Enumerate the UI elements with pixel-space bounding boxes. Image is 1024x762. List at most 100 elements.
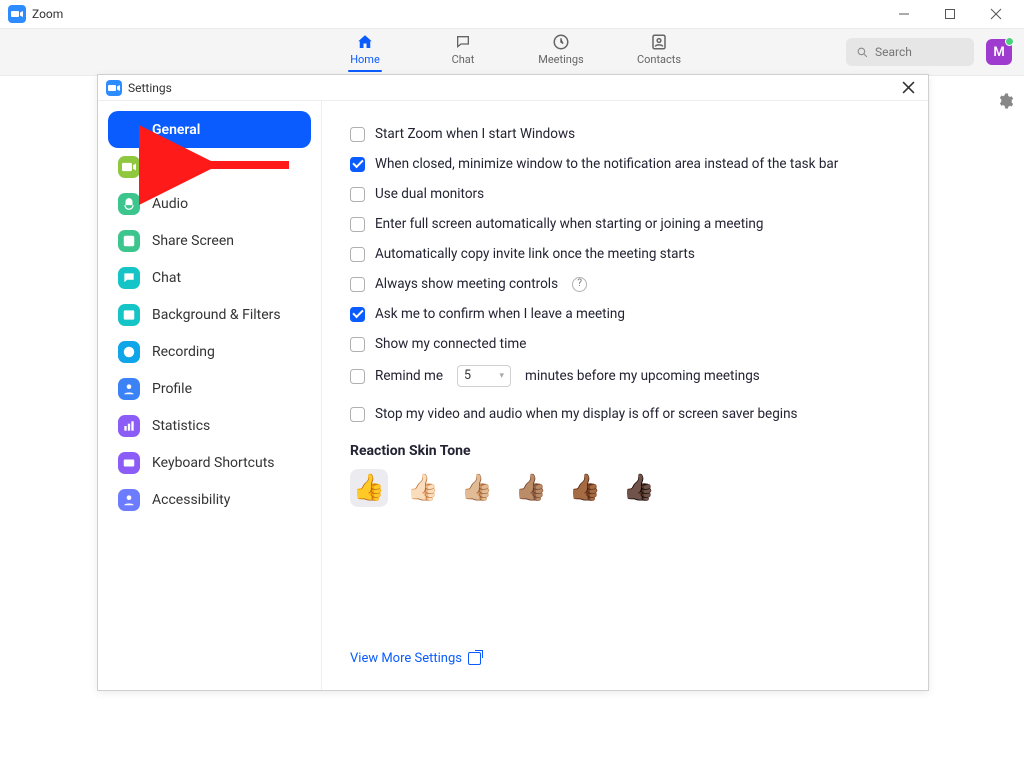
chat-icon: [118, 267, 140, 289]
video-icon: [118, 156, 140, 178]
presence-dot-icon: [1005, 37, 1014, 46]
profile-avatar[interactable]: M: [986, 39, 1012, 65]
chat-icon: [453, 33, 473, 51]
search-input[interactable]: [875, 45, 955, 59]
reaction-skin-tone-option[interactable]: 👍🏼: [458, 469, 496, 507]
main-toolbar: Home Chat Meetings Contacts M: [0, 28, 1024, 76]
sidebar-item-general[interactable]: General: [108, 111, 311, 148]
remind-suffix: minutes before my upcoming meetings: [525, 367, 760, 385]
sidebar-item-share-screen[interactable]: Share Screen: [108, 222, 311, 259]
view-more-settings-link[interactable]: View More Settings: [350, 651, 481, 666]
sidebar-item-profile[interactable]: Profile: [108, 370, 311, 407]
nav-chat[interactable]: Chat: [433, 33, 493, 72]
reaction-skin-tone-option[interactable]: 👍: [350, 469, 388, 507]
search-icon: [856, 46, 869, 59]
option-checkbox[interactable]: [350, 337, 365, 352]
option-label: Use dual monitors: [375, 185, 484, 203]
reaction-skin-tone-option[interactable]: 👍🏿: [620, 469, 658, 507]
headphones-icon: [118, 193, 140, 215]
reaction-skin-tone-picker: 👍 👍🏻 👍🏼 👍🏽 👍🏾 👍🏿: [350, 469, 900, 507]
sidebar-item-label: Accessibility: [152, 492, 230, 508]
nav-contacts[interactable]: Contacts: [629, 33, 689, 72]
option-row: Always show meeting controls?: [350, 275, 900, 293]
sidebar-item-label: Keyboard Shortcuts: [152, 455, 275, 471]
option-row: Enter full screen automatically when sta…: [350, 215, 900, 233]
option-label: Enter full screen automatically when sta…: [375, 215, 763, 233]
option-checkbox[interactable]: [350, 157, 365, 172]
sidebar-item-label: Audio: [152, 196, 188, 212]
os-titlebar: Zoom: [0, 0, 1024, 28]
option-row: Use dual monitors: [350, 185, 900, 203]
settings-dialog: Settings General Video Audio Share Screen Ch…: [97, 74, 929, 691]
remind-minutes-input[interactable]: 5 ▾: [457, 365, 511, 387]
background-icon: [118, 304, 140, 326]
profile-icon: [118, 378, 140, 400]
chevron-down-icon: ▾: [499, 367, 504, 385]
settings-logo-icon: [106, 80, 122, 96]
sidebar-item-label: Video: [152, 159, 188, 175]
option-checkbox[interactable]: [350, 217, 365, 232]
sidebar-item-keyboard-shortcuts[interactable]: Keyboard Shortcuts: [108, 444, 311, 481]
sidebar-item-video[interactable]: Video: [108, 148, 311, 185]
sidebar-item-label: Background & Filters: [152, 307, 281, 323]
sidebar-item-label: Share Screen: [152, 233, 234, 249]
option-row: When closed, minimize window to the noti…: [350, 155, 900, 173]
sidebar-item-label: Recording: [152, 344, 215, 360]
sidebar-item-label: Chat: [152, 270, 181, 286]
keyboard-icon: [118, 452, 140, 474]
sidebar-item-label: Profile: [152, 381, 192, 397]
avatar-initial: M: [993, 45, 1004, 60]
clock-icon: [551, 33, 571, 51]
option-row: Show my connected time: [350, 335, 900, 353]
app-title: Zoom: [32, 7, 63, 21]
sidebar-item-audio[interactable]: Audio: [108, 185, 311, 222]
accessibility-icon: [118, 489, 140, 511]
nav-label: Contacts: [637, 53, 681, 66]
gear-icon: [118, 119, 140, 141]
nav-tabs: Home Chat Meetings Contacts: [335, 33, 689, 72]
sidebar-item-chat[interactable]: Chat: [108, 259, 311, 296]
reaction-skin-tone-option[interactable]: 👍🏾: [566, 469, 604, 507]
remind-row: Remind me 5 ▾ minutes before my upcoming…: [350, 365, 900, 387]
sidebar-item-recording[interactable]: Recording: [108, 333, 311, 370]
window-minimize-button[interactable]: [884, 0, 924, 28]
option-checkbox[interactable]: [350, 127, 365, 142]
sidebar-item-background-filters[interactable]: Background & Filters: [108, 296, 311, 333]
reaction-section-title: Reaction Skin Tone: [350, 443, 900, 459]
sidebar-item-label: General: [152, 122, 200, 138]
option-checkbox[interactable]: [350, 187, 365, 202]
window-maximize-button[interactable]: [930, 0, 970, 28]
option-checkbox[interactable]: [350, 277, 365, 292]
record-icon: [118, 341, 140, 363]
reaction-skin-tone-option[interactable]: 👍🏻: [404, 469, 442, 507]
option-label: Show my connected time: [375, 335, 526, 353]
option-row: Automatically copy invite link once the …: [350, 245, 900, 263]
remind-prefix: Remind me: [375, 367, 443, 385]
sidebar-item-accessibility[interactable]: Accessibility: [108, 481, 311, 518]
option-checkbox[interactable]: [350, 247, 365, 262]
option-label: When closed, minimize window to the noti…: [375, 155, 838, 173]
settings-close-button[interactable]: [896, 76, 920, 100]
settings-sidebar: General Video Audio Share Screen Chat Backgro…: [98, 101, 322, 690]
stop-video-checkbox[interactable]: [350, 407, 365, 422]
app-logo-icon: [8, 5, 26, 23]
search-box[interactable]: [846, 38, 974, 66]
stop-video-row: Stop my video and audio when my display …: [350, 405, 900, 423]
settings-titlebar: Settings: [98, 75, 928, 101]
nav-label: Chat: [452, 53, 475, 66]
main-settings-gear[interactable]: [996, 92, 1014, 114]
remind-checkbox[interactable]: [350, 369, 365, 384]
help-icon[interactable]: ?: [572, 277, 587, 292]
home-icon: [355, 33, 375, 51]
option-label: Start Zoom when I start Windows: [375, 125, 575, 143]
window-close-button[interactable]: [976, 0, 1016, 28]
nav-label: Home: [350, 53, 380, 66]
reaction-skin-tone-option[interactable]: 👍🏽: [512, 469, 550, 507]
nav-home[interactable]: Home: [335, 33, 395, 72]
external-link-icon: [468, 652, 481, 665]
option-label: Automatically copy invite link once the …: [375, 245, 695, 263]
nav-meetings[interactable]: Meetings: [531, 33, 591, 72]
option-checkbox[interactable]: [350, 307, 365, 322]
sidebar-item-statistics[interactable]: Statistics: [108, 407, 311, 444]
stop-video-label: Stop my video and audio when my display …: [375, 405, 798, 423]
